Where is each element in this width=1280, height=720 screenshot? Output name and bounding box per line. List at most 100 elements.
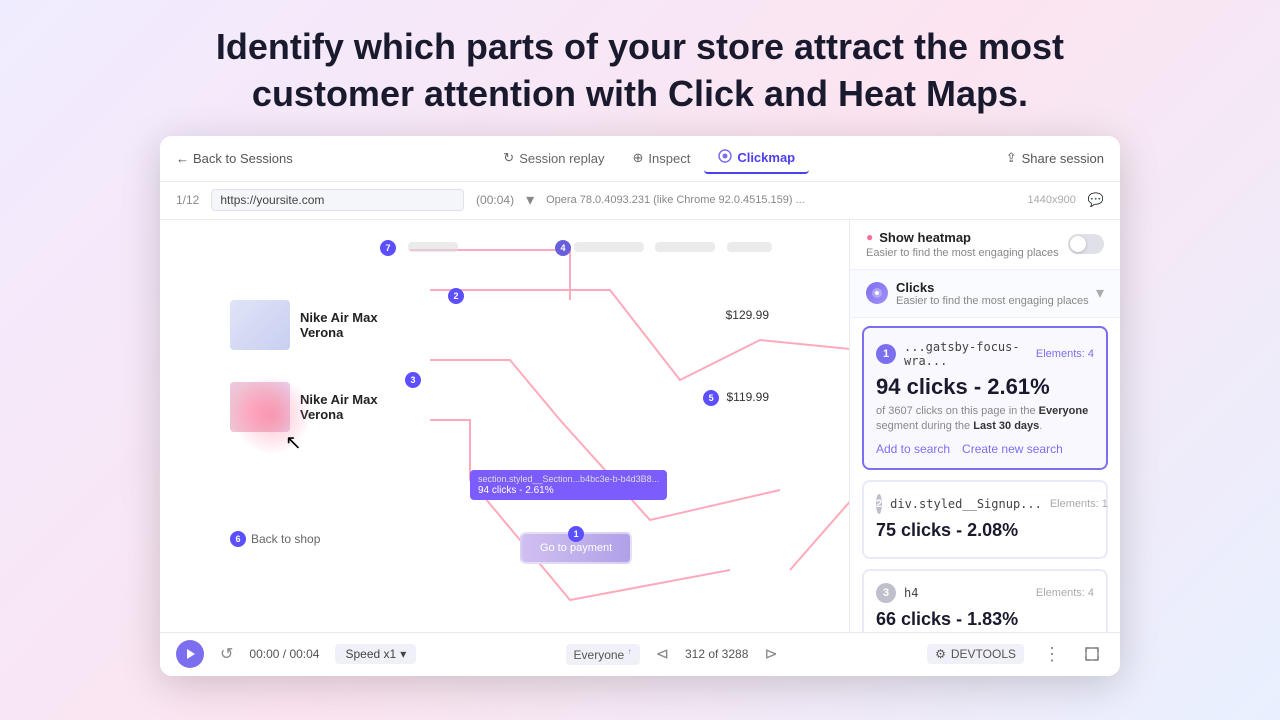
result-num-3: 3 bbox=[876, 583, 896, 603]
url-time: (00:04) bbox=[476, 193, 514, 207]
go-payment-label: Go to payment bbox=[540, 542, 612, 554]
back-to-sessions-button[interactable]: ← Back to Sessions bbox=[176, 151, 293, 166]
results-list: 1 ...gatsby-focus-wra... Elements: 4 94 … bbox=[850, 318, 1120, 632]
result-card-1[interactable]: 1 ...gatsby-focus-wra... Elements: 4 94 … bbox=[862, 326, 1108, 471]
nav-tabs: ↻ Session replay ⊕ Inspect Clickmap bbox=[301, 143, 998, 174]
product-2-price: 5 $119.99 bbox=[703, 390, 769, 406]
back-button-label: Back to Sessions bbox=[193, 151, 293, 166]
result-selector-1: ...gatsby-focus-wra... bbox=[904, 340, 1028, 368]
step-badge-2: 2 bbox=[448, 288, 464, 304]
result-stat-1: 94 clicks - 2.61% bbox=[876, 374, 1094, 400]
session-prev-icon[interactable]: ⊲ bbox=[656, 644, 669, 664]
heatmap-title: Show heatmap bbox=[879, 230, 971, 245]
result-card-2[interactable]: 2 div.styled__Signup... Elements: 1 75 c… bbox=[862, 480, 1108, 559]
segment-label: Everyone bbox=[574, 648, 625, 662]
result-num-1: 1 bbox=[876, 344, 896, 364]
product-1-row: Nike Air MaxVerona bbox=[230, 300, 560, 350]
right-panel: ● Show heatmap Easier to find the most e… bbox=[850, 220, 1120, 632]
browser-info: Opera 78.0.4093.231 (like Chrome 92.0.45… bbox=[546, 194, 1015, 206]
url-display[interactable]: https://yoursite.com bbox=[211, 189, 464, 211]
segment-badge[interactable]: Everyone ↑ bbox=[566, 644, 640, 665]
nav-bar: ← Back to Sessions ↻ Session replay ⊕ In… bbox=[160, 136, 1120, 182]
create-new-search-link[interactable]: Create new search bbox=[962, 442, 1063, 456]
tooltip-selector: section.styled__Section...b4bc3e-b-b4d3B… bbox=[478, 474, 659, 484]
blurred-bar-1 bbox=[408, 242, 458, 252]
clickmap-label: Clickmap bbox=[737, 150, 795, 165]
result-elements-1[interactable]: Elements: 4 bbox=[1036, 348, 1094, 360]
blurred-bar-3 bbox=[655, 242, 715, 252]
tooltip-stat: 94 clicks - 2.61% bbox=[478, 485, 659, 496]
result-stat-2: 75 clicks - 2.08% bbox=[876, 520, 1094, 541]
app-window: ← Back to Sessions ↻ Session replay ⊕ In… bbox=[160, 136, 1120, 676]
go-to-payment-button[interactable]: 1 Go to payment bbox=[520, 532, 632, 564]
result-card-1-header: 1 ...gatsby-focus-wra... Elements: 4 bbox=[876, 340, 1094, 368]
expand-button[interactable] bbox=[1080, 642, 1104, 666]
heatmap-toggle-labels: ● Show heatmap Easier to find the most e… bbox=[866, 230, 1059, 259]
more-options-button[interactable]: ⋮ bbox=[1040, 642, 1064, 666]
click-tooltip: section.styled__Section...b4bc3e-b-b4d3B… bbox=[470, 470, 667, 500]
product-1-container: 2 Nike Air MaxVerona bbox=[220, 288, 560, 350]
speed-label: Speed x1 bbox=[345, 647, 396, 661]
headline-line1: Identify which parts of your store attra… bbox=[216, 26, 1064, 67]
result-actions-1: Add to search Create new search bbox=[876, 442, 1094, 456]
result-elements-3[interactable]: Elements: 4 bbox=[1036, 587, 1094, 599]
clicks-subtitle: Easier to find the most engaging places bbox=[896, 295, 1089, 307]
headline: Identify which parts of your store attra… bbox=[216, 24, 1064, 118]
cursor-icon: ↖ bbox=[285, 430, 302, 455]
url-dropdown-icon[interactable]: ▾ bbox=[526, 190, 534, 210]
heatmap-desc: Easier to find the most engaging places bbox=[866, 247, 1059, 259]
speed-chevron-icon: ▾ bbox=[400, 647, 406, 661]
replay-icon-bar[interactable]: ↺ bbox=[220, 644, 233, 664]
result-desc-1: of 3607 clicks on this page in the Every… bbox=[876, 404, 1094, 435]
result-selector-3: h4 bbox=[904, 586, 1028, 600]
result-elements-2[interactable]: Elements: 1 bbox=[1050, 498, 1108, 510]
inspect-icon: ⊕ bbox=[632, 150, 643, 166]
product-1-price: $129.99 bbox=[726, 308, 769, 322]
clicks-icon bbox=[866, 282, 888, 304]
step-badge-5: 5 bbox=[703, 390, 719, 406]
product-1-thumbnail bbox=[230, 300, 290, 350]
result-card-2-header: 2 div.styled__Signup... Elements: 1 bbox=[876, 494, 1094, 514]
heatmap-toggle-row: ● Show heatmap Easier to find the most e… bbox=[850, 220, 1120, 270]
session-replay-label: Session replay bbox=[519, 151, 604, 166]
add-to-search-link[interactable]: Add to search bbox=[876, 442, 950, 456]
clickmap-icon bbox=[718, 149, 732, 166]
product-1-name: Nike Air MaxVerona bbox=[300, 310, 378, 340]
result-card-3[interactable]: 3 h4 Elements: 4 66 clicks - 1.83% bbox=[862, 569, 1108, 631]
clicks-title: Clicks bbox=[896, 280, 1089, 295]
tab-inspect[interactable]: ⊕ Inspect bbox=[618, 144, 704, 172]
step-badge-1: 1 bbox=[568, 526, 584, 542]
share-session-button[interactable]: ⇪ Share session bbox=[1006, 150, 1104, 166]
result-selector-2: div.styled__Signup... bbox=[890, 497, 1042, 511]
heatmap-toggle[interactable] bbox=[1068, 234, 1104, 254]
inspect-label: Inspect bbox=[648, 151, 690, 166]
player-bar: ↺ 00:00 / 00:04 Speed x1 ▾ Everyone ↑ ⊲ … bbox=[160, 632, 1120, 676]
back-to-shop-label: Back to shop bbox=[251, 532, 320, 546]
time-display: 00:00 / 00:04 bbox=[249, 647, 319, 661]
session-next-icon[interactable]: ⊳ bbox=[764, 644, 777, 664]
resolution-info: 1440x900 bbox=[1027, 194, 1075, 206]
product-2-container: 3 Nike Air MaxVerona ↖ bbox=[220, 370, 560, 432]
back-to-shop-area: 6 Back to shop bbox=[230, 531, 320, 547]
tab-clickmap[interactable]: Clickmap bbox=[704, 143, 809, 174]
comment-icon: 💬 bbox=[1088, 192, 1104, 208]
play-icon bbox=[187, 649, 195, 659]
tab-session-replay[interactable]: ↻ Session replay bbox=[489, 144, 618, 172]
url-bar: 1/12 https://yoursite.com (00:04) ▾ Oper… bbox=[160, 182, 1120, 220]
result-stat-3: 66 clicks - 1.83% bbox=[876, 609, 1094, 630]
speed-button[interactable]: Speed x1 ▾ bbox=[335, 644, 416, 664]
blurred-bar-4 bbox=[727, 242, 772, 252]
clicks-chevron-icon[interactable]: ▾ bbox=[1096, 283, 1104, 303]
clicks-label-group: Clicks Easier to find the most engaging … bbox=[866, 280, 1089, 307]
blurred-bar-2 bbox=[574, 242, 644, 252]
step-badge-3: 3 bbox=[405, 372, 421, 388]
devtools-button[interactable]: ⚙ DEVTOOLS bbox=[927, 644, 1024, 664]
clicks-section[interactable]: Clicks Easier to find the most engaging … bbox=[850, 270, 1120, 318]
result-card-3-header: 3 h4 Elements: 4 bbox=[876, 583, 1094, 603]
result-num-2: 2 bbox=[876, 494, 882, 514]
product-1-info: Nike Air MaxVerona bbox=[300, 310, 378, 340]
play-button[interactable] bbox=[176, 640, 204, 668]
devtools-icon: ⚙ bbox=[935, 647, 946, 661]
share-icon: ⇪ bbox=[1006, 150, 1017, 166]
devtools-label: DEVTOOLS bbox=[951, 647, 1016, 661]
